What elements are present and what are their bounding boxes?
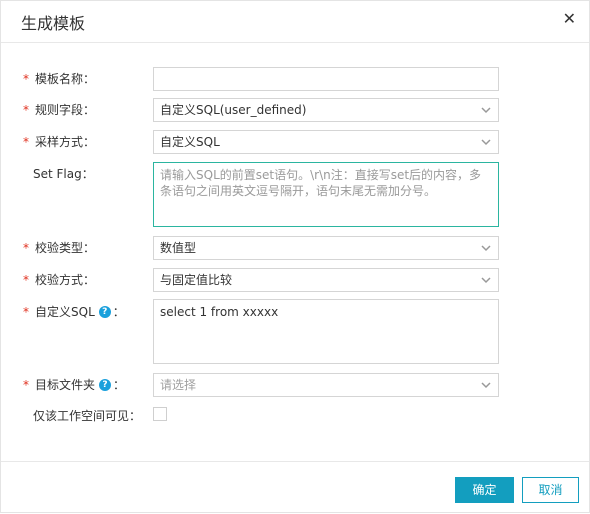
rule-field-select[interactable]: 自定义SQL(user_defined) xyxy=(153,98,499,122)
target-folder-label-row: * 目标文件夹?： xyxy=(23,373,125,397)
rule-field-label-row: * 规则字段： xyxy=(23,98,95,122)
check-type-select[interactable]: 数值型 xyxy=(153,236,499,260)
custom-sql-textarea[interactable]: select 1 from xxxxx xyxy=(153,299,499,364)
workspace-visible-label: 仅该工作空间可见： xyxy=(33,409,142,423)
help-icon[interactable]: ? xyxy=(99,378,112,391)
dialog-title: 生成模板 xyxy=(21,14,86,33)
required-mark: * xyxy=(23,103,29,117)
check-method-label-row: * 校验方式： xyxy=(23,268,95,292)
set-flag-label-row: Set Flag： xyxy=(23,162,94,186)
required-mark: * xyxy=(23,72,29,86)
chevron-down-icon xyxy=(481,382,491,389)
chevron-down-icon xyxy=(481,277,491,284)
check-method-select[interactable]: 与固定值比较 xyxy=(153,268,499,292)
custom-sql-value: select 1 from xxxxx xyxy=(160,305,279,319)
close-icon[interactable]: ✕ xyxy=(563,10,576,28)
template-name-input[interactable] xyxy=(153,67,499,91)
set-flag-placeholder: 请输入SQL的前置set语句。\r\n注：直接写set后的内容，多条语句之间用英… xyxy=(160,168,482,198)
check-method-value: 与固定值比较 xyxy=(160,273,233,287)
required-mark: * xyxy=(23,241,29,255)
required-mark: * xyxy=(23,378,29,392)
chevron-down-icon xyxy=(481,139,491,146)
dialog-footer: 确定 取消 xyxy=(1,461,589,514)
target-folder-label: 目标文件夹 xyxy=(35,378,96,392)
set-flag-textarea[interactable]: 请输入SQL的前置set语句。\r\n注：直接写set后的内容，多条语句之间用英… xyxy=(153,162,499,227)
sampling-method-label-row: * 采样方式： xyxy=(23,130,95,154)
check-type-value: 数值型 xyxy=(160,241,197,255)
workspace-visible-checkbox[interactable] xyxy=(153,407,167,421)
sampling-method-select[interactable]: 自定义SQL xyxy=(153,130,499,154)
required-mark: * xyxy=(23,273,29,287)
target-folder-select[interactable]: 请选择 xyxy=(153,373,499,397)
set-flag-label: Set Flag： xyxy=(33,167,94,181)
template-name-label-row: * 模板名称： xyxy=(23,67,95,91)
chevron-down-icon xyxy=(481,245,491,252)
target-folder-label-suffix: ： xyxy=(113,378,126,392)
rule-field-label: 规则字段： xyxy=(35,103,96,117)
required-mark: * xyxy=(23,305,29,319)
dialog-header: 生成模板 ✕ xyxy=(1,1,589,43)
template-name-label: 模板名称： xyxy=(35,72,96,86)
confirm-button[interactable]: 确定 xyxy=(455,477,514,503)
custom-sql-label-row: * 自定义SQL?： xyxy=(23,300,125,324)
generate-template-dialog: 生成模板 ✕ * 模板名称： * 规则字段： 自定义SQL(user_defined… xyxy=(0,0,590,513)
check-method-label: 校验方式： xyxy=(35,273,96,287)
check-type-label-row: * 校验类型： xyxy=(23,236,95,260)
custom-sql-label: 自定义SQL xyxy=(35,305,95,319)
chevron-down-icon xyxy=(481,107,491,114)
sampling-method-value: 自定义SQL xyxy=(160,135,220,149)
workspace-visible-label-row: 仅该工作空间可见： xyxy=(23,404,141,428)
sampling-method-label: 采样方式： xyxy=(35,135,96,149)
rule-field-value: 自定义SQL(user_defined) xyxy=(160,103,307,117)
check-type-label: 校验类型： xyxy=(35,241,96,255)
help-icon[interactable]: ? xyxy=(98,305,111,318)
custom-sql-label-suffix: ： xyxy=(112,305,125,319)
target-folder-placeholder: 请选择 xyxy=(160,378,197,392)
cancel-button[interactable]: 取消 xyxy=(522,477,579,503)
required-mark: * xyxy=(23,135,29,149)
